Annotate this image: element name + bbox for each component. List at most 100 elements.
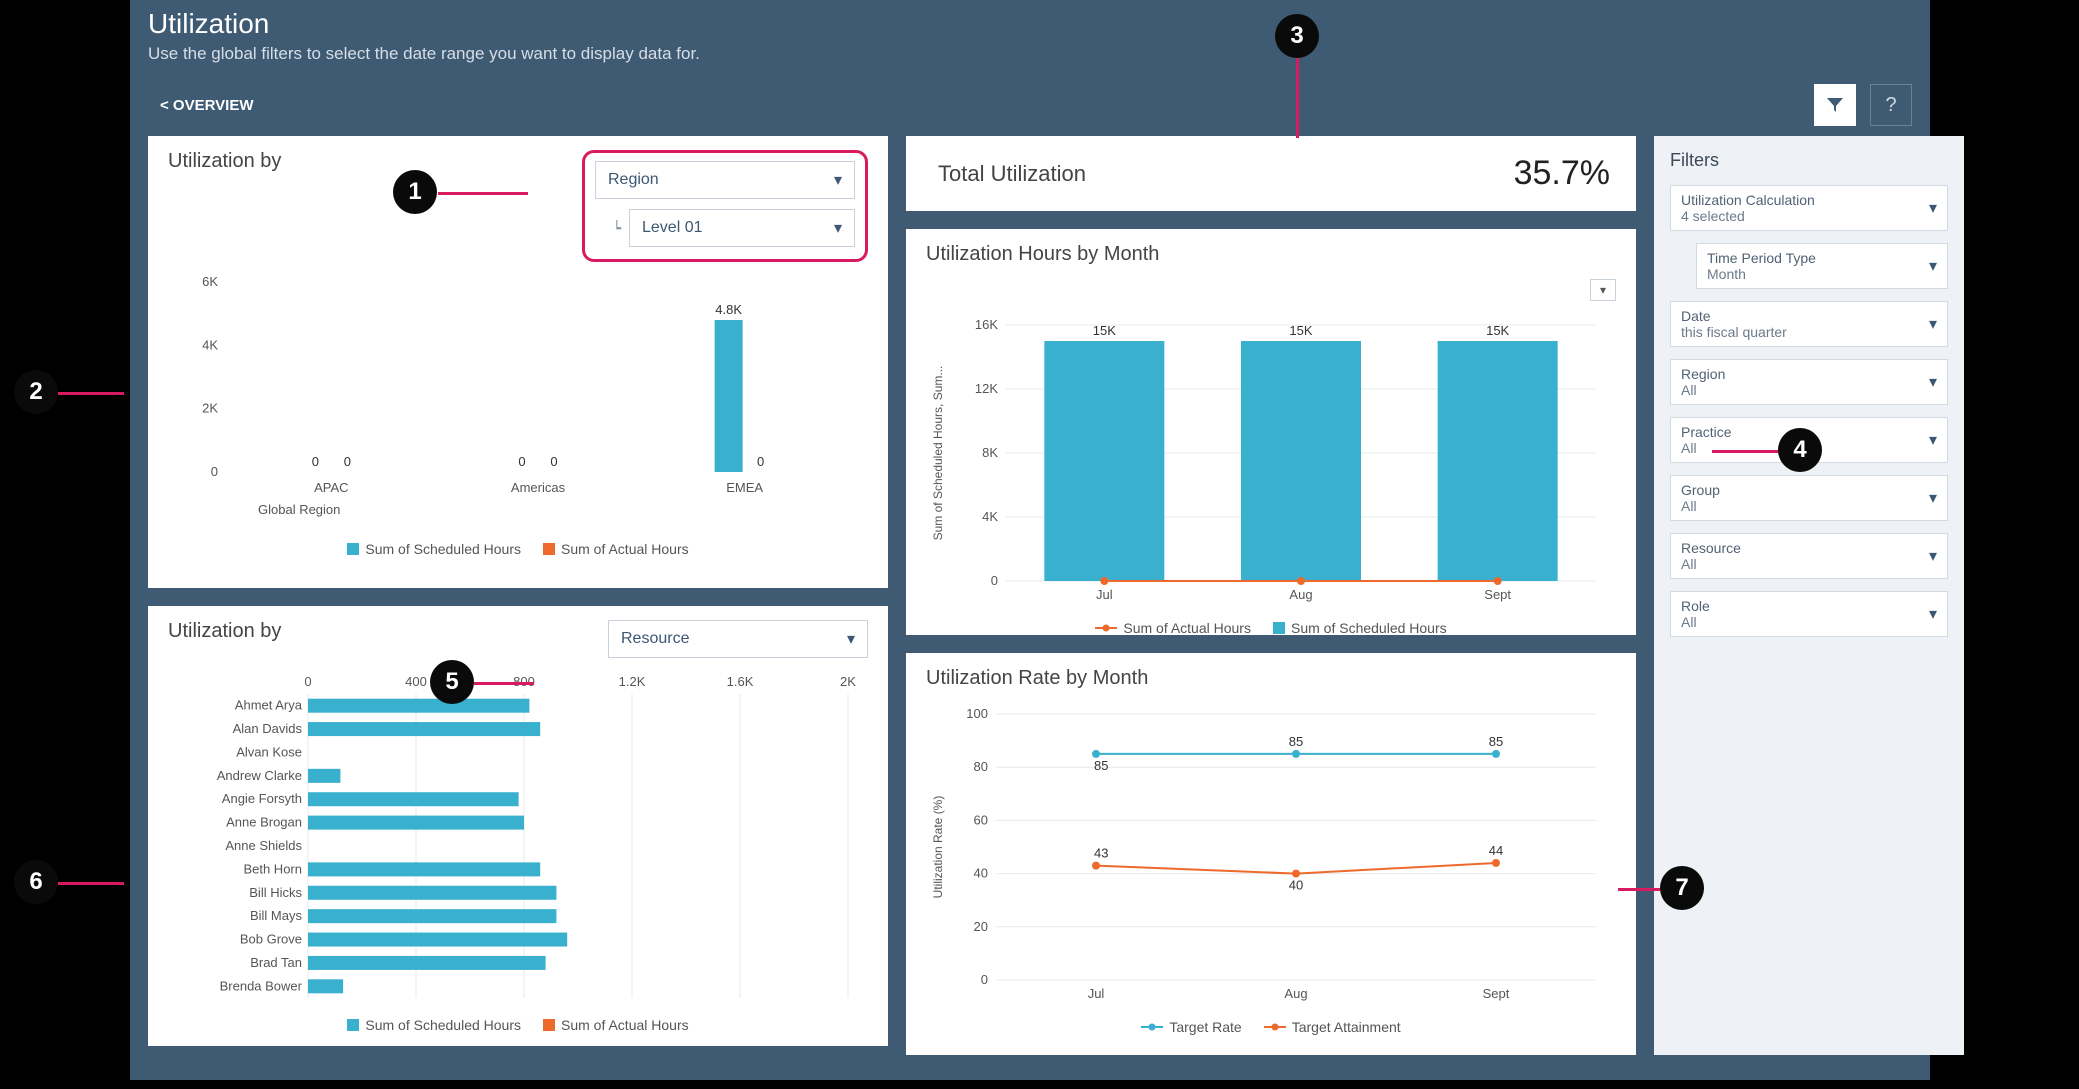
chevron-down-icon: ▾ — [847, 629, 855, 649]
card-utilization-hours-by-month: Utilization Hours by Month ▾ Sum of Sche… — [906, 229, 1636, 635]
svg-text:Brad Tan: Brad Tan — [250, 955, 302, 970]
svg-text:0: 0 — [550, 454, 557, 469]
annotation-line-7 — [1618, 888, 1660, 891]
help-icon: ? — [1885, 94, 1896, 117]
legend-swatch-target-rate — [1141, 1022, 1163, 1032]
chart-options-button[interactable]: ▾ — [1590, 279, 1616, 301]
svg-text:Ahmet Arya: Ahmet Arya — [235, 698, 303, 713]
card-utilization-rate-by-month: Utilization Rate by Month Utilization Ra… — [906, 653, 1636, 1055]
page-subtitle: Use the global filters to select the dat… — [148, 44, 1912, 64]
card-title: Utilization by — [168, 620, 281, 643]
annotation-marker-7: 7 — [1660, 866, 1704, 910]
legend-swatch-actual — [543, 543, 555, 555]
page-title: Utilization — [148, 8, 1912, 40]
annotation-marker-6: 6 — [14, 860, 58, 904]
legend-swatch-scheduled — [347, 543, 359, 555]
svg-text:Andrew Clarke: Andrew Clarke — [217, 768, 302, 783]
select-label: Region — [608, 171, 659, 189]
svg-text:Alan Davids: Alan Davids — [233, 721, 303, 736]
filter-role[interactable]: RoleAll▾ — [1670, 591, 1948, 637]
page-header: Utilization Use the global filters to se… — [130, 0, 1930, 74]
legend-swatch-target-attainment — [1264, 1022, 1286, 1032]
annotation-line-6 — [58, 882, 124, 885]
chevron-down-icon: ▾ — [834, 218, 842, 238]
annotation-line-1 — [438, 192, 528, 195]
legend-swatch-scheduled — [347, 1019, 359, 1031]
svg-text:60: 60 — [974, 812, 988, 827]
svg-text:15K: 15K — [1486, 323, 1509, 338]
filter-resource[interactable]: ResourceAll▾ — [1670, 533, 1948, 579]
card-title: Utilization by — [168, 150, 281, 173]
svg-text:80: 80 — [974, 759, 988, 774]
chevron-down-icon: ▾ — [1929, 604, 1937, 624]
svg-text:0: 0 — [344, 454, 351, 469]
card-title: Utilization Hours by Month — [926, 243, 1159, 266]
svg-text:Americas: Americas — [511, 480, 566, 495]
legend-swatch-scheduled — [1273, 622, 1285, 634]
svg-text:0: 0 — [981, 972, 988, 987]
svg-text:EMEA: EMEA — [726, 480, 763, 495]
svg-text:40: 40 — [1289, 878, 1303, 893]
svg-text:Anne Shields: Anne Shields — [225, 838, 302, 853]
svg-text:Aug: Aug — [1284, 986, 1307, 1001]
svg-text:20: 20 — [974, 919, 988, 934]
svg-text:Global Region: Global Region — [258, 502, 340, 517]
svg-text:Utilization Rate (%): Utilization Rate (%) — [931, 796, 945, 899]
svg-text:8K: 8K — [982, 445, 998, 460]
chevron-down-icon: ▾ — [1929, 256, 1937, 276]
chevron-down-icon: ▾ — [1929, 372, 1937, 392]
select-resource[interactable]: Resource ▾ — [608, 620, 868, 658]
breadcrumb-overview[interactable]: < OVERVIEW — [160, 97, 254, 114]
svg-text:44: 44 — [1489, 843, 1503, 858]
indent-marker: ┕ — [613, 220, 621, 237]
svg-text:Bob Grove: Bob Grove — [240, 932, 302, 947]
filter-toggle-button[interactable] — [1814, 84, 1856, 126]
chart-legend: Sum of Scheduled Hours Sum of Actual Hou… — [168, 541, 868, 557]
chart-utilization-hours: Sum of Scheduled Hours, Sum...04K8K12K16… — [926, 311, 1616, 616]
svg-text:85: 85 — [1289, 734, 1303, 749]
svg-text:12K: 12K — [975, 381, 998, 396]
chart-legend: Sum of Actual Hours Sum of Scheduled Hou… — [926, 620, 1616, 636]
select-label: Resource — [621, 630, 689, 648]
card-total-utilization: Total Utilization 35.7% — [906, 136, 1636, 211]
chevron-down-icon: ▾ — [1929, 430, 1937, 450]
svg-text:0: 0 — [211, 464, 218, 479]
svg-text:Anne Brogan: Anne Brogan — [226, 815, 302, 830]
svg-text:0: 0 — [518, 454, 525, 469]
filter-region[interactable]: RegionAll▾ — [1670, 359, 1948, 405]
svg-text:Alvan Kose: Alvan Kose — [236, 744, 302, 759]
filter-group[interactable]: GroupAll▾ — [1670, 475, 1948, 521]
annotation-line-2 — [58, 392, 124, 395]
svg-text:85: 85 — [1489, 734, 1503, 749]
svg-text:1.6K: 1.6K — [727, 674, 754, 689]
svg-text:1.2K: 1.2K — [619, 674, 646, 689]
svg-text:2K: 2K — [202, 401, 218, 416]
filter-date[interactable]: Datethis fiscal quarter▾ — [1670, 301, 1948, 347]
svg-text:40: 40 — [974, 866, 988, 881]
svg-text:Bill Mays: Bill Mays — [250, 908, 303, 923]
svg-text:APAC: APAC — [314, 480, 348, 495]
select-level[interactable]: Level 01 ▾ — [629, 209, 855, 247]
filter-utilization-calculation[interactable]: Utilization Calculation4 selected▾ — [1670, 185, 1948, 231]
annotation-marker-2: 2 — [14, 370, 58, 414]
help-button[interactable]: ? — [1870, 84, 1912, 126]
svg-text:4K: 4K — [982, 509, 998, 524]
annotation-line-5 — [474, 682, 534, 685]
svg-text:400: 400 — [405, 674, 427, 689]
svg-text:85: 85 — [1094, 758, 1108, 773]
select-region[interactable]: Region ▾ — [595, 161, 855, 199]
chart-utilization-by-region: 02K4K6K00APAC00Americas4.8K0EMEAGlobal R… — [168, 272, 868, 537]
chevron-down-icon: ▾ — [1929, 488, 1937, 508]
annotation-marker-5: 5 — [430, 660, 474, 704]
svg-text:Jul: Jul — [1096, 587, 1113, 602]
filter-time-period-type[interactable]: Time Period TypeMonth▾ — [1696, 243, 1948, 289]
chevron-down-icon: ▾ — [1929, 314, 1937, 334]
svg-text:Angie Forsyth: Angie Forsyth — [222, 791, 302, 806]
card-utilization-by-resource: Utilization by Resource ▾ 04008001.2K1.6… — [148, 606, 888, 1046]
chevron-down-icon: ▾ — [1600, 283, 1606, 297]
svg-text:4K: 4K — [202, 337, 218, 352]
svg-text:15K: 15K — [1093, 323, 1116, 338]
svg-text:Brenda Bower: Brenda Bower — [220, 978, 303, 993]
chart-legend: Sum of Scheduled Hours Sum of Actual Hou… — [168, 1017, 868, 1033]
select-label: Level 01 — [642, 219, 703, 237]
